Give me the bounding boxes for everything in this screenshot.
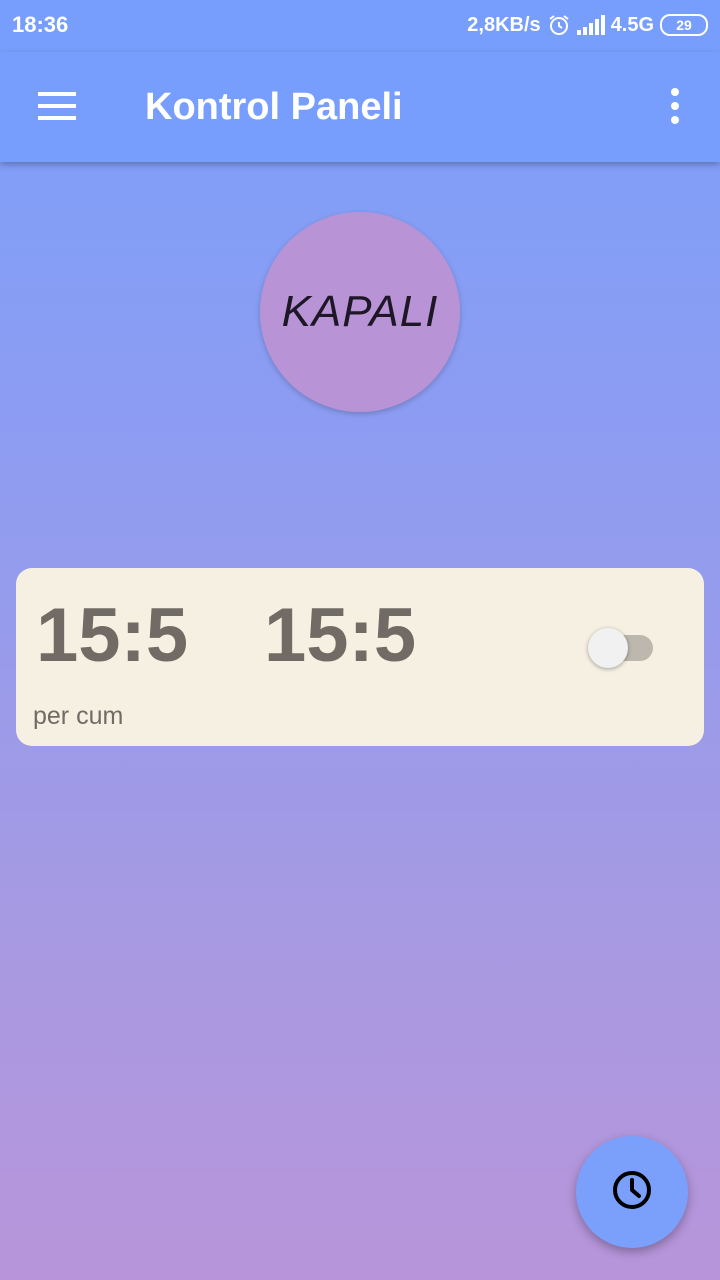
status-time: 18:36 xyxy=(12,12,69,37)
network-type: 4.5G xyxy=(610,13,654,36)
schedule-days: per cum xyxy=(33,702,124,730)
status-bar: 18:36 2,8KB/s 4.5G 29 xyxy=(0,0,720,52)
battery-icon: 29 xyxy=(660,14,708,36)
page-title: Kontrol Paneli xyxy=(145,86,403,128)
toggle-thumb xyxy=(588,628,628,668)
state-label: KAPALI xyxy=(281,287,439,336)
signal-icon xyxy=(576,15,605,35)
schedule-end-time[interactable]: 15:5 xyxy=(264,598,416,674)
clock-icon xyxy=(610,1168,654,1217)
more-vert-icon[interactable] xyxy=(660,84,690,128)
network-speed: 2,8KB/s xyxy=(467,13,541,36)
add-schedule-fab[interactable] xyxy=(576,1136,688,1248)
schedule-card[interactable]: 15:5 15:5 per cum xyxy=(16,568,704,746)
app-bar: Kontrol Paneli xyxy=(0,52,720,162)
state-toggle-button[interactable]: KAPALI xyxy=(260,212,460,412)
schedule-toggle[interactable] xyxy=(586,628,658,668)
hamburger-menu-icon[interactable] xyxy=(30,88,82,128)
alarm-icon xyxy=(547,13,571,37)
status-indicators: 2,8KB/s 4.5G 29 xyxy=(467,10,708,40)
battery-level: 29 xyxy=(676,17,692,33)
schedule-start-time[interactable]: 15:5 xyxy=(36,598,188,674)
